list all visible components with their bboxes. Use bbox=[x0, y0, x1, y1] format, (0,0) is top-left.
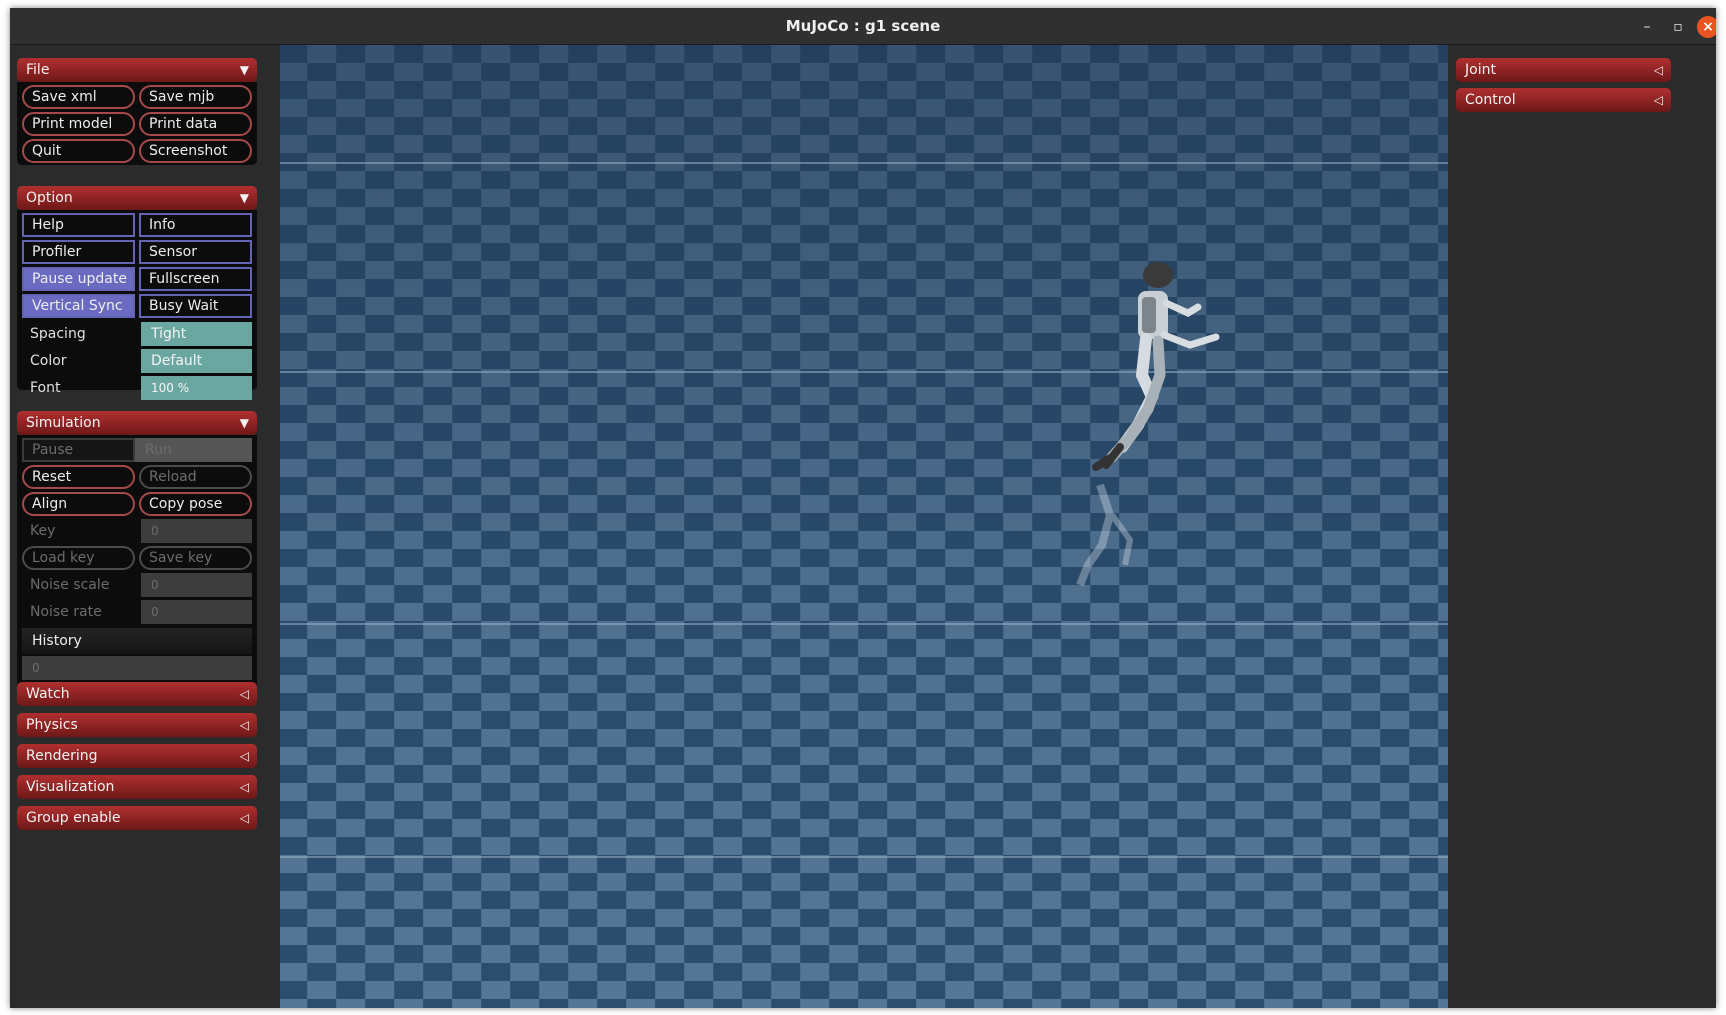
watch-section-header[interactable]: Watch ◁ bbox=[17, 682, 257, 706]
expanded-arrow-icon: ▼ bbox=[239, 416, 249, 430]
collapsed-arrow-icon: ◁ bbox=[239, 718, 249, 732]
option-header-label: Option bbox=[26, 190, 73, 206]
3d-viewport[interactable] bbox=[280, 45, 1448, 1008]
option-section-body: Help Info Profiler Sensor Pause update F… bbox=[17, 210, 257, 400]
file-section-body: Save xml Save mjb Print model Print data… bbox=[17, 82, 257, 165]
key-slider[interactable]: 0 bbox=[141, 519, 252, 543]
print-model-button[interactable]: Print model bbox=[22, 112, 135, 136]
file-header-label: File bbox=[26, 62, 50, 78]
collapsed-arrow-icon: ◁ bbox=[239, 749, 249, 763]
right-ui-panel: Joint ◁ Control ◁ bbox=[1448, 45, 1716, 1008]
spacing-label: Spacing bbox=[30, 326, 86, 342]
joint-header-label: Joint bbox=[1465, 62, 1496, 78]
physics-section-header[interactable]: Physics ◁ bbox=[17, 713, 257, 737]
rendering-section-header[interactable]: Rendering ◁ bbox=[17, 744, 257, 768]
save-xml-button[interactable]: Save xml bbox=[22, 85, 135, 109]
group-enable-section-header[interactable]: Group enable ◁ bbox=[17, 806, 257, 830]
copy-pose-button[interactable]: Copy pose bbox=[139, 492, 252, 516]
expanded-arrow-icon: ▼ bbox=[239, 63, 249, 77]
visualization-section-header[interactable]: Visualization ◁ bbox=[17, 775, 257, 799]
history-slider[interactable]: 0 bbox=[22, 656, 252, 680]
mujoco-window: MuJoCo : g1 scene – ▫ × File ▼ Save xml … bbox=[10, 8, 1716, 1008]
noise-rate-slider[interactable]: 0 bbox=[141, 600, 252, 624]
collapsed-arrow-icon: ◁ bbox=[1653, 93, 1663, 107]
control-section-header[interactable]: Control ◁ bbox=[1456, 88, 1671, 112]
collapsed-arrow-icon: ◁ bbox=[239, 687, 249, 701]
busy-wait-toggle[interactable]: Busy Wait bbox=[139, 294, 252, 318]
window-title: MuJoCo : g1 scene bbox=[785, 17, 941, 35]
help-toggle[interactable]: Help bbox=[22, 213, 135, 237]
maximize-icon[interactable]: ▫ bbox=[1667, 16, 1689, 38]
expanded-arrow-icon: ▼ bbox=[239, 191, 249, 205]
left-ui-panel: File ▼ Save xml Save mjb Print model Pri… bbox=[10, 45, 280, 1008]
font-select[interactable]: 100 % bbox=[141, 376, 252, 400]
noise-rate-label: Noise rate bbox=[30, 604, 102, 620]
title-bar: MuJoCo : g1 scene – ▫ × bbox=[10, 8, 1716, 45]
collapsed-arrow-icon: ◁ bbox=[1653, 63, 1663, 77]
reset-button[interactable]: Reset bbox=[22, 465, 135, 489]
file-section-header[interactable]: File ▼ bbox=[17, 58, 257, 82]
vertical-sync-toggle[interactable]: Vertical Sync bbox=[22, 294, 135, 318]
collapsed-arrow-icon: ◁ bbox=[239, 780, 249, 794]
spacing-select[interactable]: Tight bbox=[141, 322, 252, 346]
print-data-button[interactable]: Print data bbox=[139, 112, 252, 136]
info-toggle[interactable]: Info bbox=[139, 213, 252, 237]
minimize-icon[interactable]: – bbox=[1636, 16, 1658, 38]
checkered-floor bbox=[280, 45, 1448, 1008]
watch-header-label: Watch bbox=[26, 686, 70, 702]
simulation-section-body: Pause Run Reset Reload Align Copy pose K… bbox=[17, 435, 257, 705]
screenshot-button[interactable]: Screenshot bbox=[139, 139, 252, 163]
option-section-header[interactable]: Option ▼ bbox=[17, 186, 257, 210]
font-label: Font bbox=[30, 380, 61, 396]
sensor-toggle[interactable]: Sensor bbox=[139, 240, 252, 264]
history-label: History bbox=[22, 628, 252, 654]
noise-scale-slider[interactable]: 0 bbox=[141, 573, 252, 597]
save-key-button[interactable]: Save key bbox=[139, 546, 252, 570]
pause-update-toggle[interactable]: Pause update bbox=[22, 267, 135, 291]
joint-section-header[interactable]: Joint ◁ bbox=[1456, 58, 1671, 82]
align-button[interactable]: Align bbox=[22, 492, 135, 516]
pause-radio[interactable]: Pause bbox=[22, 438, 135, 462]
save-mjb-button[interactable]: Save mjb bbox=[139, 85, 252, 109]
simulation-section-header[interactable]: Simulation ▼ bbox=[17, 411, 257, 435]
scene-canvas[interactable] bbox=[280, 45, 1448, 1008]
quit-button[interactable]: Quit bbox=[22, 139, 135, 163]
collapsed-arrow-icon: ◁ bbox=[239, 811, 249, 825]
close-icon[interactable]: × bbox=[1697, 16, 1716, 38]
rendering-header-label: Rendering bbox=[26, 748, 98, 764]
color-select[interactable]: Default bbox=[141, 349, 252, 373]
simulation-header-label: Simulation bbox=[26, 415, 101, 431]
noise-scale-label: Noise scale bbox=[30, 577, 110, 593]
physics-header-label: Physics bbox=[26, 717, 78, 733]
reload-button[interactable]: Reload bbox=[139, 465, 252, 489]
control-header-label: Control bbox=[1465, 92, 1516, 108]
key-label: Key bbox=[30, 523, 56, 539]
load-key-button[interactable]: Load key bbox=[22, 546, 135, 570]
group-enable-header-label: Group enable bbox=[26, 810, 121, 826]
run-radio[interactable]: Run bbox=[135, 438, 252, 462]
fullscreen-toggle[interactable]: Fullscreen bbox=[139, 267, 252, 291]
profiler-toggle[interactable]: Profiler bbox=[22, 240, 135, 264]
color-label: Color bbox=[30, 353, 67, 369]
visualization-header-label: Visualization bbox=[26, 779, 115, 795]
